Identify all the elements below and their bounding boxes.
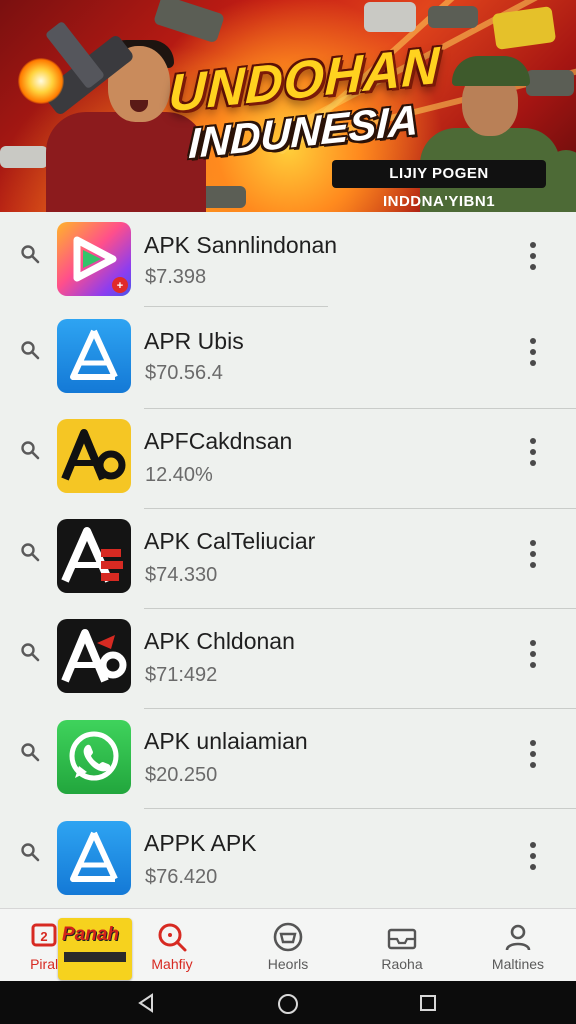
app-store-a-icon[interactable] [57,821,131,895]
nav-label: Maltines [491,956,545,972]
app-price: $7.398 [145,266,207,288]
home-icon[interactable] [277,993,299,1015]
nav-label: Heorls [267,956,309,972]
ao-letter-icon[interactable] [57,419,131,493]
muzzle-flash-image [18,58,64,104]
nav-item-raoha[interactable]: Raoha [354,909,450,982]
app-name: APR Ubis [144,328,244,354]
whatsapp-icon[interactable] [57,720,131,794]
list-item[interactable]: APPK APK $76.420 [0,808,576,908]
controller-circle-icon [273,922,303,952]
nav-label: Mahfiy [151,956,193,972]
soldier-character-cap [452,56,530,86]
more-options-icon[interactable] [522,638,544,672]
list-item[interactable]: + APK Sannlindonan $7.398 [0,212,576,312]
svg-text:+: + [117,280,123,292]
more-options-icon[interactable] [522,336,544,370]
app-price: $74.330 [145,564,218,586]
list-item[interactable]: APFCakdnsan 12.40% [0,408,576,508]
list-item[interactable]: APK CalTeliuciar $74.330 [0,508,576,608]
list-item[interactable]: APK unlaiamian $20.250 [0,708,576,808]
app-name: APK Chldonan [144,628,295,654]
vehicle-image [428,6,478,28]
vehicle-image [152,0,226,44]
search-icon[interactable] [20,642,40,662]
ao-letter-icon[interactable] [57,619,131,693]
app-price: 12.40% [145,464,213,486]
vehicle-image [364,2,416,32]
red-a-letter-icon[interactable] [57,519,131,593]
vehicle-image [0,146,48,168]
app-name: APPK APK [144,830,257,856]
search-icon[interactable] [20,440,40,460]
soldier-character-body [546,150,576,212]
system-navigation-bar [0,981,576,1024]
search-icon[interactable] [20,742,40,762]
person-icon [505,924,531,951]
list-item[interactable]: APK Chldonan $71:492 [0,608,576,708]
hero-character-body [46,112,206,212]
app-store-a-icon[interactable] [57,319,131,393]
more-options-icon[interactable] [522,240,544,274]
nav-item-maltines[interactable]: Maltines [470,909,566,982]
search-icon[interactable] [20,340,40,360]
app-name: APK unlaiamian [144,728,308,754]
app-name: APFCakdnsan [144,428,293,454]
promo-sticker-text: Panah [62,924,120,945]
app-list: + APK Sannlindonan $7.398 APR Ubis $70.5… [0,212,576,908]
tray-icon [387,928,417,950]
play-triangle-icon[interactable]: + [57,222,131,296]
app-price: $76.420 [145,866,218,888]
vehicle-image [491,5,557,51]
app-name: APK CalTeliuciar [144,528,316,554]
promo-sticker-strip [64,952,126,962]
vehicle-image [526,70,574,96]
back-icon[interactable] [136,993,156,1013]
search-icon [158,923,187,952]
app-price: $70.56.4 [145,362,223,384]
app-name: APK Sannlindonan [144,232,338,258]
divider [144,306,328,307]
more-options-icon[interactable] [522,840,544,874]
promo-sticker[interactable]: Panah [58,918,132,980]
banner-tagline: LIJIY POGEN INDDNA'YIBN1 [332,160,546,210]
app-price: $20.250 [145,764,218,786]
search-icon[interactable] [20,842,40,862]
svg-text:2: 2 [40,929,47,944]
more-options-icon[interactable] [522,738,544,772]
nav-label: Raoha [381,956,423,972]
list-item[interactable]: APR Ubis $70.56.4 [0,308,576,408]
more-options-icon[interactable] [522,436,544,470]
recents-icon[interactable] [419,994,437,1012]
more-options-icon[interactable] [522,538,544,572]
nav-item-mahfiy[interactable]: Mahfiy [124,909,220,982]
promo-banner[interactable]: UNDOHAN INDUNESIA LIJIY POGEN INDDNA'YIB… [0,0,576,212]
search-icon[interactable] [20,542,40,562]
nav-item-heorls[interactable]: Heorls [240,909,336,982]
search-icon[interactable] [20,244,40,264]
app-price: $71:492 [145,664,218,686]
